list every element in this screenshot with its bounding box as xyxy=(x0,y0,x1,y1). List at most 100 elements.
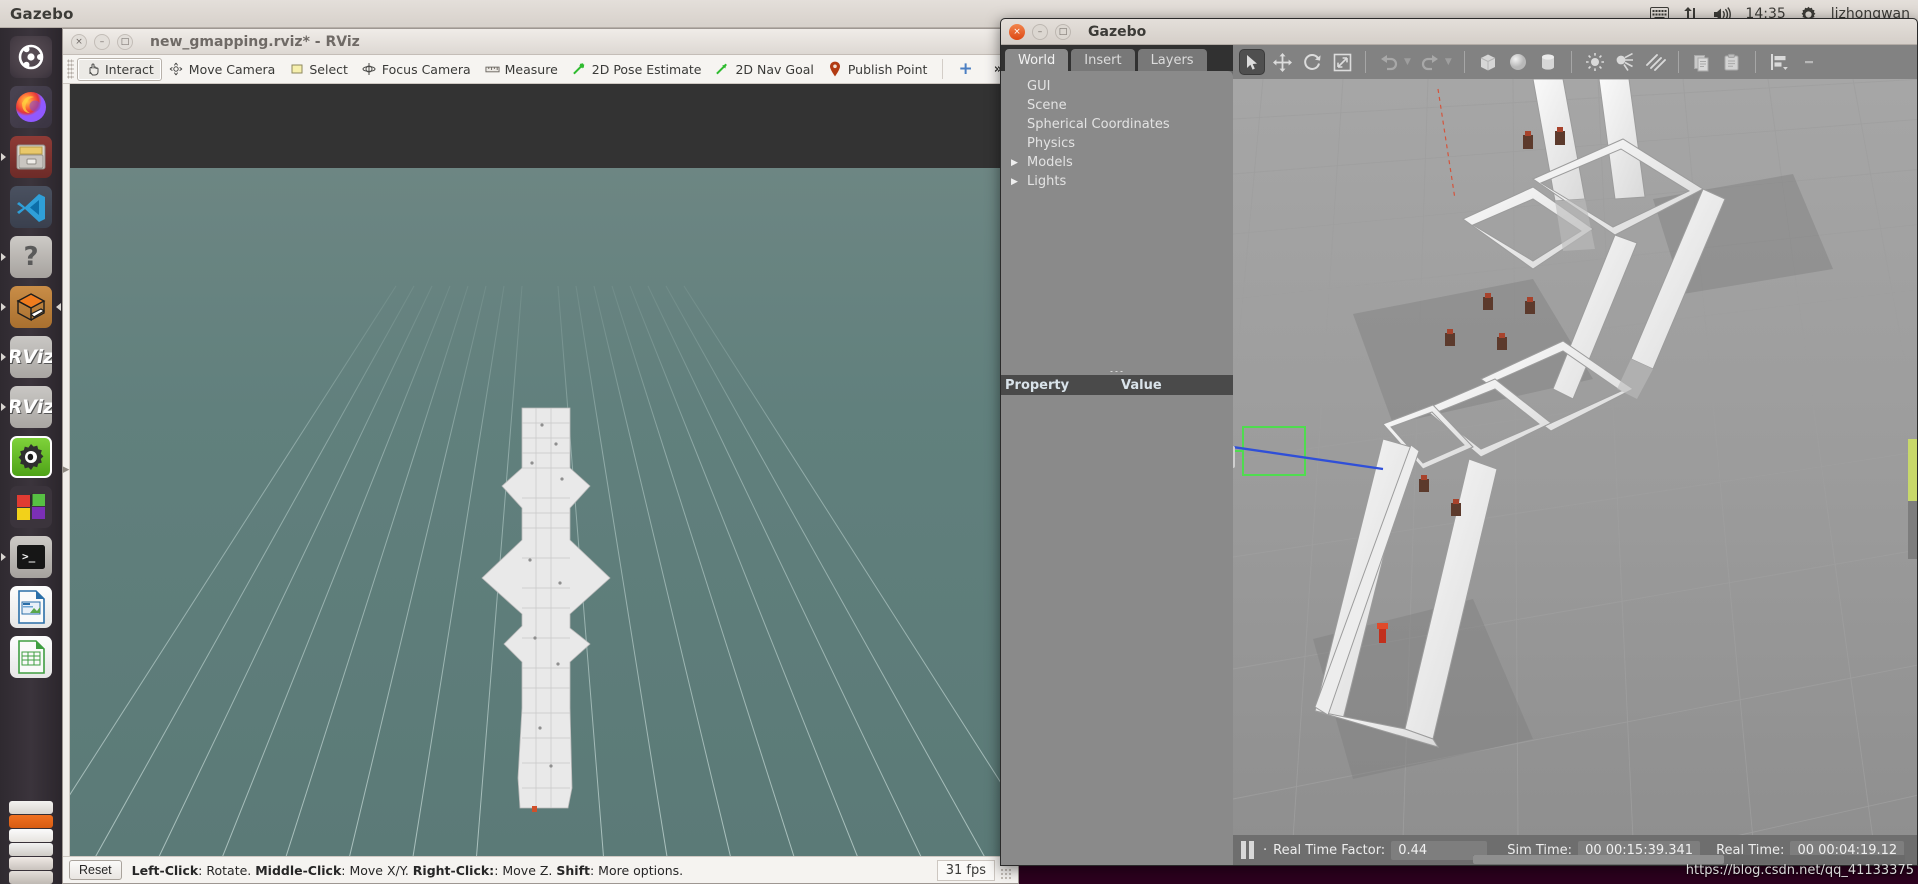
tree-item-lights-label: Lights xyxy=(1027,174,1067,189)
align-button[interactable] xyxy=(1766,49,1792,75)
launcher-item-ubuntu-dash[interactable] xyxy=(0,32,62,82)
hint-left-click-label: Left-Click xyxy=(131,862,199,878)
rviz-tool-measure[interactable]: Measure xyxy=(478,59,565,80)
launcher-pip-left xyxy=(1,553,6,561)
tree-item-lights[interactable]: ▶ Lights xyxy=(1001,172,1233,191)
scrollbar-thumb[interactable] xyxy=(1908,439,1917,501)
rviz-tool-publish-point-label: Publish Point xyxy=(847,61,928,77)
chevron-right-icon[interactable]: ▶ xyxy=(1011,158,1023,168)
gazebo-minimize-button[interactable]: – xyxy=(1032,23,1048,40)
tree-item-physics[interactable]: Physics xyxy=(1001,134,1233,153)
toolbar-separator xyxy=(1754,51,1756,73)
undo-button[interactable] xyxy=(1376,49,1402,75)
launcher-item-gazebo-box[interactable] xyxy=(0,282,62,332)
tree-item-scene[interactable]: Scene xyxy=(1001,96,1233,115)
tab-layers[interactable]: Layers xyxy=(1137,49,1207,71)
rviz-title: new_gmapping.rviz* - RViz xyxy=(150,33,360,50)
scale-mode-button[interactable] xyxy=(1329,49,1355,75)
rotate-mode-button[interactable] xyxy=(1299,49,1325,75)
directional-light-button[interactable] xyxy=(1642,49,1668,75)
rviz-maximize-button[interactable]: □ xyxy=(117,33,133,50)
tree-item-models[interactable]: ▶ Models xyxy=(1001,153,1233,172)
hint-shift-text: : More options. xyxy=(590,862,684,878)
launcher-item-gazebo-gear[interactable] xyxy=(0,432,62,482)
launcher-item-color-blocks[interactable] xyxy=(0,482,62,532)
insert-cylinder-button[interactable] xyxy=(1535,49,1561,75)
tree-item-scene-label: Scene xyxy=(1027,98,1067,113)
launcher-stack-item-libreoffice-writer[interactable] xyxy=(0,800,62,814)
gazebo-left-view-handle[interactable] xyxy=(1233,446,1235,468)
tab-world[interactable]: World xyxy=(1005,49,1069,71)
more-icon[interactable] xyxy=(1796,49,1822,75)
toolbar-grip[interactable] xyxy=(67,59,74,79)
rviz-3d-view[interactable] xyxy=(70,84,1011,856)
top-panel-app-title[interactable]: Gazebo xyxy=(10,5,74,23)
launcher-item-terminal[interactable]: >_ xyxy=(0,532,62,582)
launcher-item-rviz-2[interactable]: RViz xyxy=(0,382,62,432)
color-blocks-icon xyxy=(10,486,52,528)
tree-item-gui[interactable]: GUI xyxy=(1001,77,1233,96)
redo-dropdown-button[interactable]: ▼ xyxy=(1445,57,1452,67)
rviz-tool-pose-estimate[interactable]: 2D Pose Estimate xyxy=(565,59,709,80)
hint-middle-click-text: : Move X/Y. xyxy=(341,862,413,878)
select-mode-button[interactable] xyxy=(1239,49,1265,75)
launcher-stack-item-amazon-2[interactable] xyxy=(0,828,62,842)
launcher-item-vscode[interactable] xyxy=(0,182,62,232)
paste-button[interactable] xyxy=(1719,49,1745,75)
gazebo-vertical-scrollbar[interactable] xyxy=(1908,439,1917,559)
spot-light-button[interactable] xyxy=(1612,49,1638,75)
green-arrow-icon xyxy=(715,62,730,77)
redo-button[interactable] xyxy=(1417,49,1443,75)
svg-text:>_: >_ xyxy=(22,550,36,563)
launcher-item-help[interactable]: ? xyxy=(0,232,62,282)
launcher-stack[interactable] xyxy=(0,800,62,884)
launcher-item-rviz-1[interactable]: RViz xyxy=(0,332,62,382)
vscode-icon xyxy=(10,186,52,228)
desktop-root: Gazebo 14:35 lizhongwan ? RViz RViz >_ ×… xyxy=(0,0,1918,884)
launcher-stack-item-dvd[interactable] xyxy=(0,842,62,856)
rviz-tool-select-label: Select xyxy=(309,61,348,77)
undo-dropdown-button[interactable]: ▼ xyxy=(1404,57,1411,67)
question-mark-icon: ? xyxy=(10,236,52,278)
rviz-left-panel-handle[interactable]: ▶ xyxy=(63,84,70,856)
rviz-close-button[interactable]: × xyxy=(71,33,87,50)
step-button[interactable]: ‧ xyxy=(1263,843,1267,858)
launcher-item-files[interactable] xyxy=(0,132,62,182)
map-pin-icon xyxy=(828,61,843,77)
launcher-pip-right xyxy=(56,303,61,311)
rviz-resize-grip[interactable] xyxy=(1000,868,1012,880)
rviz-tool-publish-point[interactable]: Publish Point xyxy=(821,59,935,80)
reset-button[interactable]: Reset xyxy=(69,860,122,880)
gazebo-3d-view[interactable] xyxy=(1233,79,1917,835)
insert-box-button[interactable] xyxy=(1475,49,1501,75)
toolbar-separator xyxy=(1463,51,1465,73)
tree-item-spherical-coordinates[interactable]: Spherical Coordinates xyxy=(1001,115,1233,134)
gazebo-maximize-button[interactable]: □ xyxy=(1055,23,1071,40)
toolbar-separator xyxy=(942,59,944,79)
rviz-tool-nav-goal[interactable]: 2D Nav Goal xyxy=(708,59,820,80)
rviz-tool-focus-camera[interactable]: Focus Camera xyxy=(355,59,478,80)
rviz-tool-measure-label: Measure xyxy=(504,61,558,77)
launcher-item-libreoffice-impress[interactable] xyxy=(0,582,62,632)
rviz-toolbar: Interact Move Camera Select Focus Camera xyxy=(63,55,1018,84)
rviz-tool-move-camera[interactable]: Move Camera xyxy=(162,59,283,80)
copy-button[interactable] xyxy=(1689,49,1715,75)
rviz-tool-select[interactable]: Select xyxy=(282,59,355,80)
property-column-header: Property xyxy=(1005,377,1070,393)
gazebo-property-splitter[interactable] xyxy=(1001,367,1233,375)
chevron-right-icon[interactable]: ▶ xyxy=(1011,177,1023,187)
tab-insert[interactable]: Insert xyxy=(1071,49,1135,71)
launcher-item-libreoffice-calc[interactable] xyxy=(0,632,62,682)
launcher-stack-item-trash[interactable] xyxy=(0,870,62,884)
rviz-minimize-button[interactable]: – xyxy=(94,33,110,50)
rviz-add-tool-button[interactable]: + xyxy=(951,58,979,81)
translate-mode-button[interactable] xyxy=(1269,49,1295,75)
launcher-stack-item-tools[interactable] xyxy=(0,856,62,870)
gazebo-close-button[interactable]: × xyxy=(1009,23,1025,40)
point-light-button[interactable] xyxy=(1582,49,1608,75)
rviz-tool-interact[interactable]: Interact xyxy=(77,57,162,81)
pause-icon[interactable] xyxy=(1241,841,1257,859)
insert-sphere-button[interactable] xyxy=(1505,49,1531,75)
launcher-stack-item-amazon[interactable] xyxy=(0,814,62,828)
launcher-item-firefox[interactable] xyxy=(0,82,62,132)
